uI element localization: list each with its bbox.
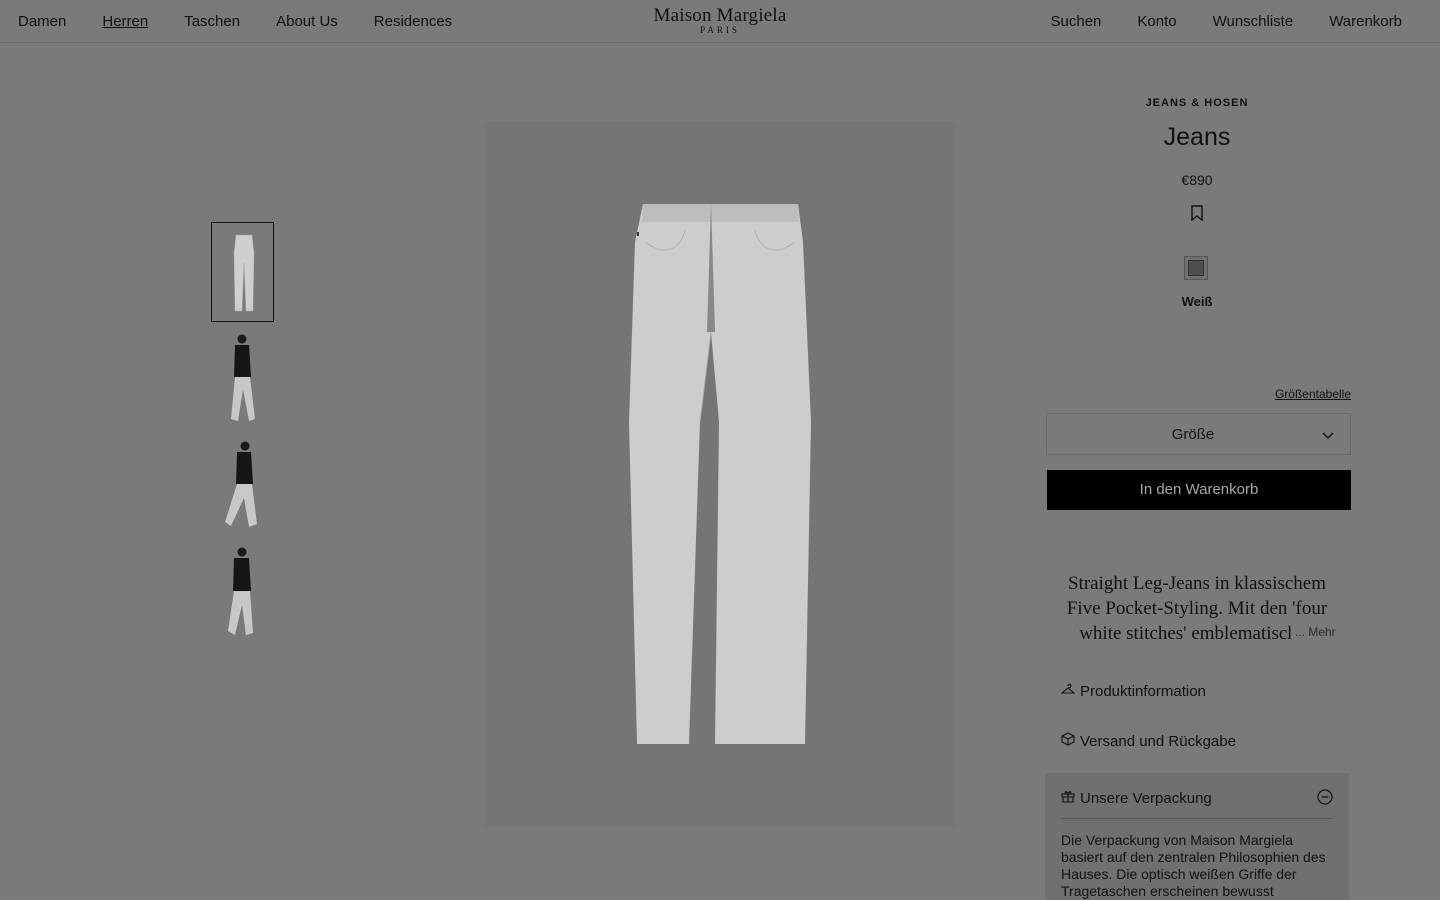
accordion-shipping-label: Versand und Rückgabe [1080,732,1236,750]
swatch-fill [1188,260,1204,276]
accordion-product-info-label: Produktinformation [1080,683,1206,700]
nav-wishlist[interactable]: Wunschliste [1213,13,1294,30]
divider [1061,818,1333,819]
packaging-text: Die Verpackung von Maison Margiela basie… [1061,832,1326,899]
size-select[interactable]: Größe [1046,413,1351,455]
nav-account[interactable]: Konto [1137,13,1176,30]
nav-search[interactable]: Suchen [1051,13,1102,30]
product-price: €890 [1181,172,1213,188]
color-label: Weiß [1181,294,1213,309]
read-more-link[interactable]: ... Mehr [1291,625,1336,639]
accordion-product-info[interactable]: Produktinformation [1060,683,1333,700]
accordion-packaging: Unsere Verpackung Die Verpackung von Mai… [1045,773,1349,900]
nav-cart[interactable]: Warenkorb [1329,13,1402,30]
minus-circle-icon[interactable] [1317,789,1333,805]
accordion-shipping[interactable]: Versand und Rückgabe [1061,732,1333,750]
product-main-image[interactable] [485,122,955,826]
thumbnail-model-front[interactable] [211,329,274,429]
bookmark-icon[interactable] [1190,205,1204,222]
accordion-packaging-header[interactable]: Unsere Verpackung [1061,789,1333,807]
thumbnail-list [211,222,275,650]
add-to-cart-button[interactable]: In den Warenkorb [1047,470,1351,510]
size-chart-link[interactable]: Größentabelle [1201,387,1351,401]
utility-nav: Suchen Konto Wunschliste Warenkorb [1051,13,1402,30]
accordion-packaging-label: Unsere Verpackung [1080,789,1212,807]
thumbnail-model-side[interactable] [211,436,274,536]
hanger-icon [1060,683,1080,700]
color-swatch[interactable] [1184,256,1208,280]
box-icon [1061,732,1080,750]
thumbnail-front[interactable] [211,222,274,322]
product-title: Jeans [1163,123,1231,151]
product-category: JEANS & HOSEN [1145,97,1249,109]
chevron-down-icon [1322,428,1334,440]
size-select-label: Größe [1171,426,1215,443]
gift-icon [1061,789,1080,807]
site-header: Damen Herren Taschen About Us Residences… [0,0,1440,43]
thumbnail-model-walk[interactable] [211,543,274,643]
